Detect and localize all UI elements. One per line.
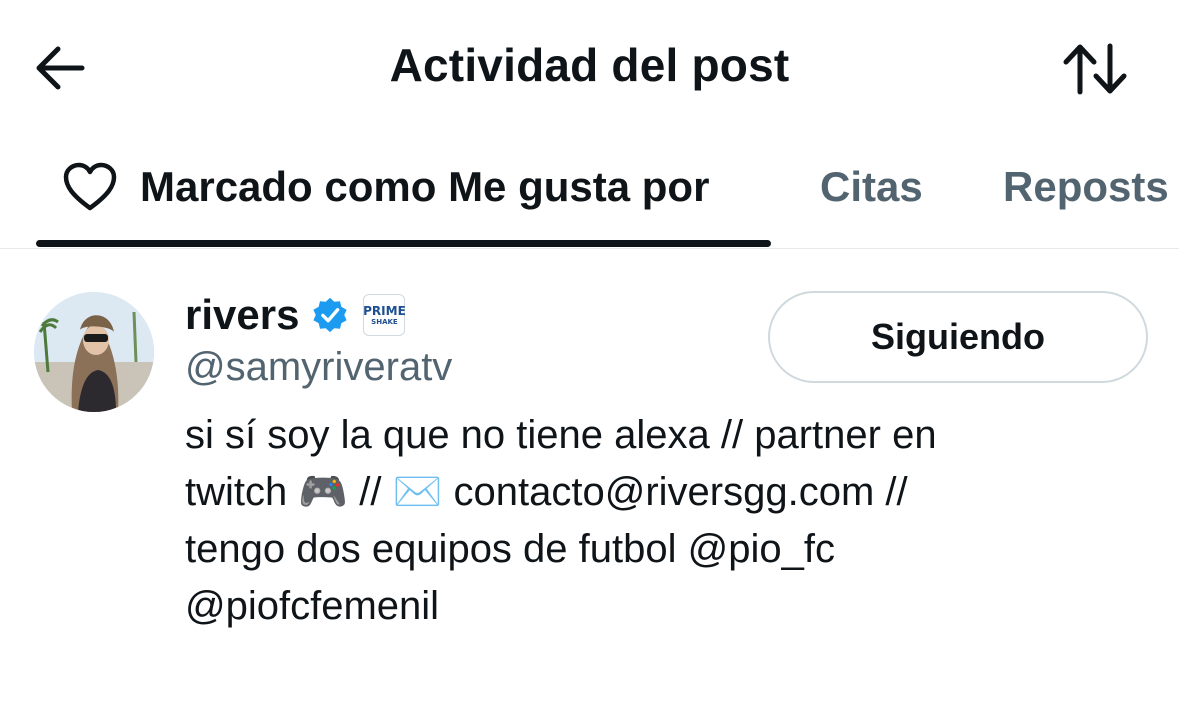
- tab-reposts[interactable]: Reposts: [1003, 152, 1169, 222]
- bio-line: tengo dos equipos de futbol @pio_fc: [185, 527, 835, 571]
- avatar-photo: [34, 292, 154, 412]
- following-button[interactable]: Siguiendo: [768, 291, 1148, 383]
- affiliate-badge-line2: SHAKE: [371, 317, 398, 326]
- bio-line: si sí soy la que no tiene alexa // partn…: [185, 413, 937, 457]
- page-title: Actividad del post: [389, 39, 790, 91]
- user-cell[interactable]: rivers PRIME SHAKE @samyriveratv Siguien…: [0, 249, 1179, 703]
- sort-arrows-icon: [1063, 43, 1127, 95]
- sort-button[interactable]: [1058, 38, 1132, 100]
- affiliate-badge[interactable]: PRIME SHAKE: [363, 294, 406, 336]
- top-bar: Actividad del post: [0, 0, 1179, 130]
- user-handle[interactable]: @samyriveratv: [185, 345, 452, 390]
- heart-icon: [63, 162, 117, 211]
- tab-likes-label: Marcado como Me gusta por: [140, 163, 710, 210]
- avatar[interactable]: [34, 292, 154, 412]
- tab-likes[interactable]: Marcado como Me gusta por: [62, 152, 709, 222]
- tab-quotes[interactable]: Citas: [820, 152, 923, 222]
- display-name[interactable]: rivers: [185, 291, 299, 339]
- bio-line: twitch 🎮 // ✉️ contacto@riversgg.com //: [185, 470, 908, 514]
- verified-badge-icon: [313, 297, 348, 333]
- name-row: rivers PRIME SHAKE: [185, 289, 406, 341]
- user-bio: si sí soy la que no tiene alexa // partn…: [185, 407, 1085, 635]
- affiliate-badge-line1: PRIME: [363, 303, 406, 318]
- bio-line: @piofcfemenil: [185, 584, 440, 628]
- activity-tabs: Marcado como Me gusta por Citas Reposts: [0, 130, 1179, 248]
- active-tab-indicator: [36, 240, 771, 247]
